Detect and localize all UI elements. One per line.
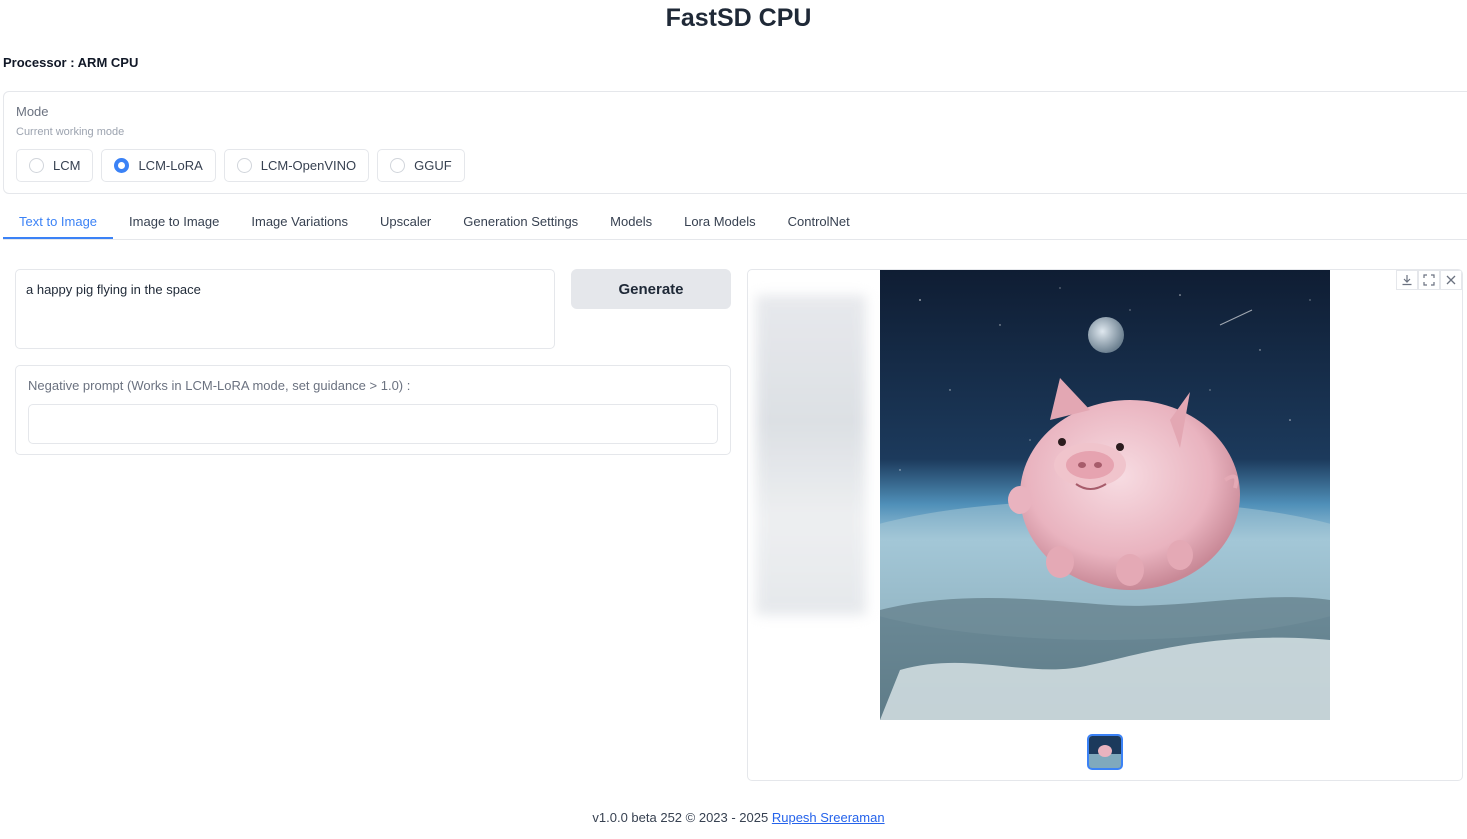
fullscreen-icon[interactable] xyxy=(1418,270,1440,290)
gallery-toolbar xyxy=(1396,270,1462,290)
gallery-thumbnail[interactable] xyxy=(1087,734,1123,770)
tab-image-to-image[interactable]: Image to Image xyxy=(113,206,235,239)
negative-prompt-panel: Negative prompt (Works in LCM-LoRA mode,… xyxy=(15,365,731,455)
blurred-preview-background xyxy=(756,295,866,615)
processor-label: Processor : ARM CPU xyxy=(3,55,139,70)
mode-option-lcm[interactable]: LCM xyxy=(16,149,94,182)
tab-generation-settings[interactable]: Generation Settings xyxy=(447,206,594,239)
app-title: FastSD CPU xyxy=(665,4,812,32)
footer: v1.0.0 beta 252 © 2023 - 2025 Rupesh Sre… xyxy=(0,810,1467,825)
mode-option-label: LCM-LoRA xyxy=(138,158,203,173)
tab-bar: Text to Image Image to Image Image Varia… xyxy=(3,206,1467,240)
mode-info: Current working mode xyxy=(16,126,125,138)
download-icon[interactable] xyxy=(1396,270,1418,290)
mode-option-gguf[interactable]: GGUF xyxy=(377,149,465,182)
prompt-textarea[interactable]: a happy pig flying in the space xyxy=(15,269,555,349)
generate-button[interactable]: Generate xyxy=(571,269,731,309)
tab-upscaler[interactable]: Upscaler xyxy=(364,206,447,239)
generated-image[interactable] xyxy=(880,270,1330,720)
tab-controlnet[interactable]: ControlNet xyxy=(772,206,866,239)
radio-circle[interactable] xyxy=(29,158,44,173)
tab-models[interactable]: Models xyxy=(594,206,668,239)
radio-circle[interactable] xyxy=(390,158,406,173)
mode-option-label: GGUF xyxy=(414,158,452,173)
output-gallery xyxy=(747,269,1463,781)
tab-image-variations[interactable]: Image Variations xyxy=(235,206,364,239)
radio-circle-selected[interactable] xyxy=(114,158,130,173)
radio-circle[interactable] xyxy=(236,158,252,173)
tab-text-to-image[interactable]: Text to Image xyxy=(3,206,114,239)
negative-prompt-label: Negative prompt (Works in LCM-LoRA mode,… xyxy=(28,378,411,393)
tab-lora-models[interactable]: Lora Models xyxy=(668,206,772,239)
mode-label: Mode xyxy=(16,104,49,119)
negative-prompt-input[interactable] xyxy=(28,404,718,444)
close-icon[interactable] xyxy=(1440,270,1462,290)
mode-radio-group: LCM LCM-LoRA LCM-OpenVINO GGUF xyxy=(16,149,465,182)
footer-text: v1.0.0 beta 252 © 2023 - 2025 xyxy=(592,810,772,825)
mode-option-lcm-openvino[interactable]: LCM-OpenVINO xyxy=(223,149,370,182)
mode-option-label: LCM xyxy=(53,158,81,173)
mode-option-label: LCM-OpenVINO xyxy=(260,158,357,173)
author-link[interactable]: Rupesh Sreeraman xyxy=(772,810,885,825)
mode-option-lcm-lora[interactable]: LCM-LoRA xyxy=(101,149,216,182)
mode-panel: Mode Current working mode LCM LCM-LoRA L… xyxy=(3,91,1467,194)
